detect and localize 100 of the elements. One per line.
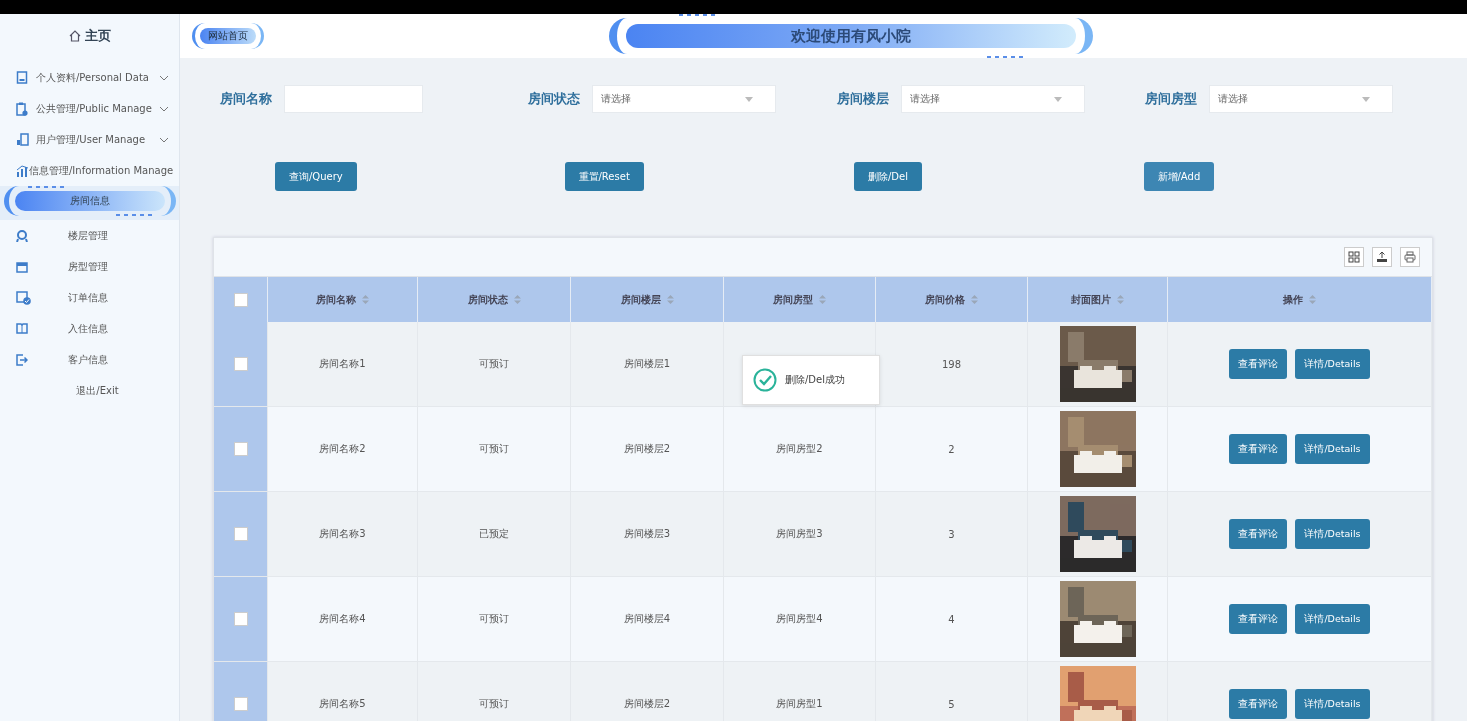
table-cell: 房间楼层1 bbox=[623, 357, 671, 371]
row-action-button[interactable]: 详情/Details bbox=[1295, 519, 1370, 549]
caret-icon bbox=[1053, 96, 1062, 102]
field-label: 房间房型 bbox=[1144, 90, 1197, 108]
upload-button[interactable] bbox=[1372, 247, 1392, 267]
grid-button[interactable] bbox=[1344, 247, 1364, 267]
table-cell: 可预订 bbox=[479, 357, 509, 371]
menu-item[interactable]: 房间信息 bbox=[15, 191, 165, 211]
table-cell: 房间名称1 bbox=[319, 357, 366, 371]
row-action-button[interactable]: 详情/Details bbox=[1295, 434, 1370, 464]
menu-item[interactable]: 用户管理/User Manage bbox=[0, 124, 179, 155]
column-header[interactable]: 操作 bbox=[1283, 292, 1303, 307]
check-circle-icon bbox=[753, 368, 777, 392]
menu-item[interactable]: 信息管理/Information Manage bbox=[0, 155, 179, 186]
table-cell: 房间房型4 bbox=[776, 612, 823, 626]
table-cell: 3 bbox=[948, 528, 955, 540]
caret-icon bbox=[1361, 96, 1370, 102]
checkbox[interactable] bbox=[233, 442, 248, 456]
home-link[interactable]: 主页 bbox=[0, 14, 179, 58]
field-label: 房间名称 bbox=[220, 90, 272, 108]
column-header[interactable]: 房间楼层 bbox=[620, 292, 661, 307]
column-header[interactable]: 房间房型 bbox=[773, 292, 813, 307]
field-label: 房间楼层 bbox=[836, 90, 889, 108]
menu-item[interactable]: 公共管理/Public Manage bbox=[0, 93, 179, 124]
column-header[interactable]: 房间名称 bbox=[316, 292, 356, 307]
calendar-check-icon bbox=[16, 290, 31, 305]
chevron-down-icon bbox=[159, 136, 169, 143]
column-header[interactable]: 房间状态 bbox=[467, 292, 508, 307]
chevron-down-icon bbox=[159, 105, 169, 112]
table-cell: 2 bbox=[948, 443, 955, 455]
action-button[interactable]: 查询/Query bbox=[275, 162, 357, 191]
table-cell: 可预订 bbox=[479, 612, 509, 626]
select-field[interactable]: 请选择 bbox=[592, 85, 777, 113]
calendar-icon bbox=[16, 260, 28, 273]
page-title: 欢迎使用有风小院 bbox=[626, 24, 1076, 48]
select-field[interactable]: 请选择 bbox=[900, 85, 1085, 113]
row-action-button[interactable]: 详情/Details bbox=[1295, 604, 1370, 634]
menu-item[interactable]: 订单信息 bbox=[0, 282, 179, 313]
sort-icon bbox=[513, 295, 521, 304]
table-cell: 房间名称3 bbox=[319, 527, 366, 541]
menu-item[interactable]: 个人资料/Personal Data bbox=[0, 62, 179, 93]
grid-icon bbox=[1348, 251, 1360, 263]
print-icon bbox=[1404, 251, 1416, 263]
table-cell: 房间名称2 bbox=[319, 442, 366, 456]
checkbox[interactable] bbox=[233, 357, 248, 371]
badge-icon bbox=[16, 229, 28, 242]
table-cell: 可预订 bbox=[479, 442, 509, 456]
clipboard-icon bbox=[16, 101, 28, 116]
action-button[interactable]: 重置/Reset bbox=[564, 162, 644, 191]
checkbox[interactable] bbox=[233, 697, 248, 711]
table-cell: 房间楼层2 bbox=[623, 442, 671, 456]
checkbox[interactable] bbox=[233, 612, 248, 626]
sort-icon bbox=[1117, 295, 1124, 304]
table-cell: 可预订 bbox=[479, 697, 509, 711]
action-button[interactable]: 新增/Add bbox=[1143, 162, 1215, 191]
input-field[interactable] bbox=[284, 85, 423, 113]
select-field[interactable]: 请选择 bbox=[1208, 85, 1393, 113]
row-action-button[interactable]: 查看评论 bbox=[1229, 689, 1288, 719]
chart-icon bbox=[16, 164, 29, 177]
table-cell: 房间房型2 bbox=[776, 442, 823, 456]
row-action-button[interactable]: 详情/Details bbox=[1295, 689, 1370, 719]
menu-item[interactable]: 客户信息 bbox=[0, 344, 179, 375]
menu-item[interactable]: 房型管理 bbox=[0, 251, 179, 282]
table-cell: 已预定 bbox=[479, 527, 509, 541]
table-cell: 房间名称4 bbox=[319, 612, 366, 626]
table-cell: 房间楼层4 bbox=[623, 612, 671, 626]
home-icon bbox=[68, 30, 81, 42]
table-cell: 5 bbox=[948, 698, 955, 710]
row-action-button[interactable]: 查看评论 bbox=[1229, 349, 1288, 379]
table-cell: 房间楼层3 bbox=[623, 527, 671, 541]
sort-icon bbox=[819, 295, 826, 304]
menu-item[interactable]: 楼层管理 bbox=[0, 220, 179, 251]
checkbox[interactable] bbox=[233, 292, 248, 307]
sort-icon bbox=[1309, 295, 1316, 304]
row-action-button[interactable]: 查看评论 bbox=[1229, 434, 1288, 464]
table-cell: 房间楼层2 bbox=[623, 697, 671, 711]
menu-item[interactable]: 退出/Exit bbox=[0, 375, 179, 406]
print-button[interactable] bbox=[1400, 247, 1420, 267]
chevron-down-icon bbox=[159, 74, 169, 81]
table-cell: 房间房型1 bbox=[776, 697, 823, 711]
menu-item[interactable]: 入住信息 bbox=[0, 313, 179, 344]
action-button[interactable]: 删除/Del bbox=[854, 162, 922, 191]
sort-icon bbox=[971, 295, 978, 304]
row-action-button[interactable]: 详情/Details bbox=[1295, 349, 1370, 379]
field-label: 房间状态 bbox=[528, 90, 581, 108]
row-action-button[interactable]: 查看评论 bbox=[1229, 604, 1288, 634]
document-icon bbox=[16, 71, 28, 84]
table-cell: 房间名称5 bbox=[319, 697, 366, 711]
home-link[interactable]: 网站首页 bbox=[200, 28, 256, 44]
toast-text: 删除/Del成功 bbox=[785, 373, 845, 387]
caret-icon bbox=[745, 96, 754, 102]
checkbox[interactable] bbox=[233, 527, 248, 541]
column-header[interactable]: 房间价格 bbox=[925, 292, 965, 307]
table-cell: 198 bbox=[941, 358, 962, 370]
sort-icon bbox=[666, 295, 674, 304]
building-icon bbox=[16, 133, 29, 146]
column-header[interactable]: 封面图片 bbox=[1071, 292, 1111, 307]
upload-icon bbox=[1376, 251, 1388, 263]
row-action-button[interactable]: 查看评论 bbox=[1229, 519, 1288, 549]
logout-icon bbox=[16, 353, 28, 366]
